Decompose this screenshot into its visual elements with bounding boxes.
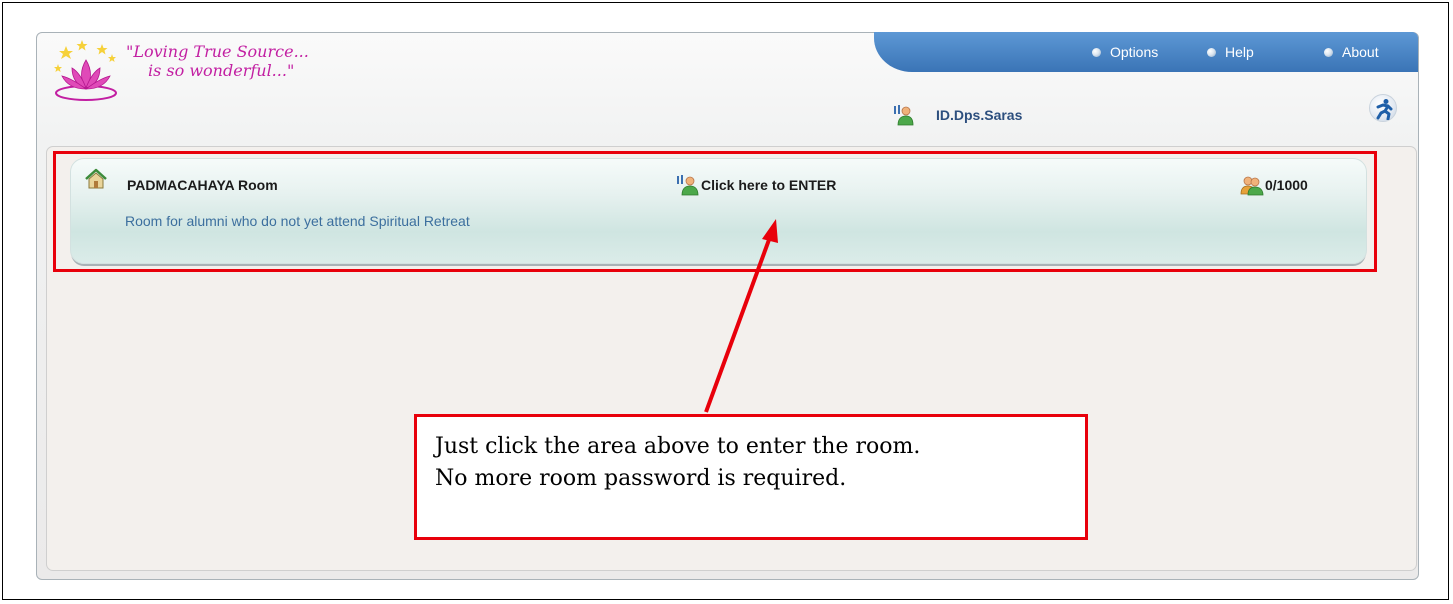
- slogan: "Loving True Source... is so wonderful..…: [126, 42, 309, 80]
- running-man-icon: [1376, 99, 1393, 120]
- menu-about[interactable]: About: [1324, 44, 1379, 60]
- bullet-icon: [1324, 47, 1333, 57]
- user-name: ID.Dps.Saras: [936, 107, 1023, 123]
- annotation-callout: Just click the area above to enter the r…: [414, 414, 1088, 540]
- bullet-icon: [1207, 47, 1216, 57]
- menu-about-label: About: [1342, 44, 1379, 60]
- annotation-line-2: No more room password is required.: [435, 466, 847, 491]
- user-area: ID.Dps.Saras: [892, 104, 1022, 126]
- bullet-icon: [1092, 47, 1101, 57]
- menu-help-label: Help: [1225, 44, 1254, 60]
- menu-options-label: Options: [1110, 44, 1159, 60]
- slogan-line-2: is so wonderful...": [148, 61, 295, 80]
- menu-options[interactable]: Options: [1092, 44, 1158, 60]
- exit-button[interactable]: [1369, 94, 1397, 122]
- user-status-icon: [894, 105, 914, 126]
- annotation-line-1: Just click the area above to enter the r…: [435, 434, 921, 459]
- slogan-line-1: "Loving True Source...: [126, 42, 309, 61]
- lotus-logo-icon: [54, 40, 117, 101]
- annotation-arrow: [704, 219, 778, 413]
- menu-help[interactable]: Help: [1207, 44, 1254, 60]
